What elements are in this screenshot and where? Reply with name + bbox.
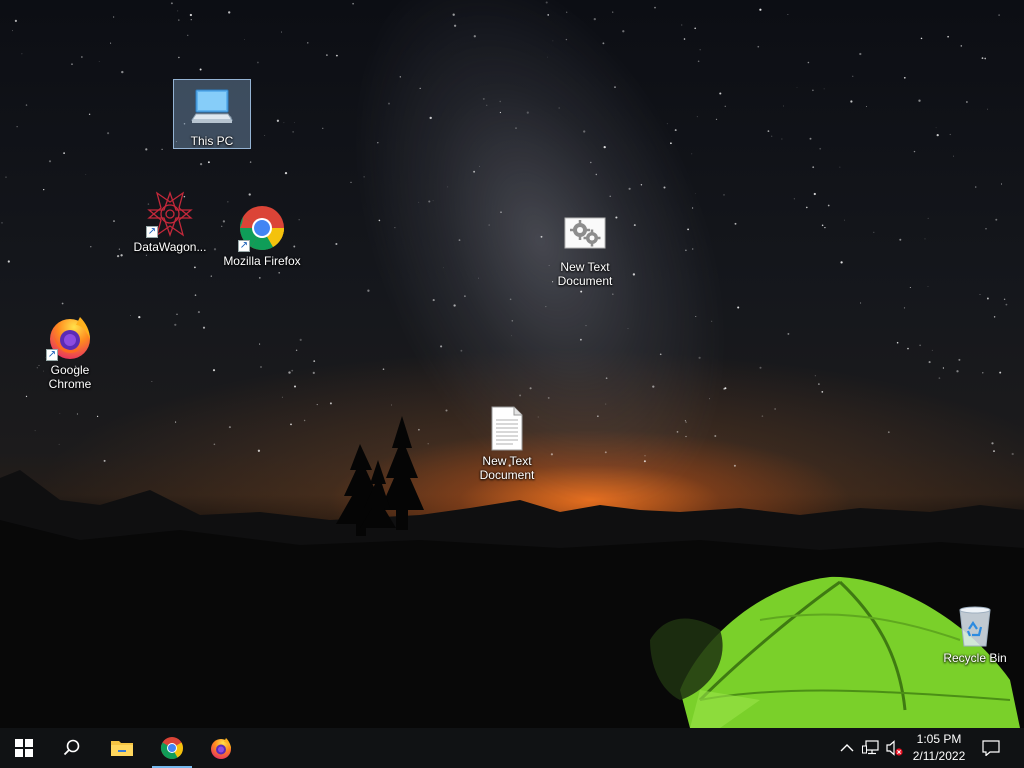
- shortcut-arrow-icon: ↗: [146, 226, 158, 238]
- google-chrome-shortcut[interactable]: ↗ Google Chrome: [31, 309, 109, 391]
- new-text-document-settings-label: New Text Document: [557, 260, 613, 288]
- taskbar-firefox-button[interactable]: [197, 728, 245, 768]
- shortcut-arrow-icon: ↗: [238, 240, 250, 252]
- search-button[interactable]: [48, 728, 96, 768]
- recycle-bin[interactable]: Recycle Bin: [936, 597, 1014, 665]
- system-clock[interactable]: 1:05 PM 2/11/2022: [904, 731, 974, 765]
- clock-date: 2/11/2022: [912, 749, 966, 763]
- new-text-document-settings[interactable]: New Text Document: [546, 206, 624, 288]
- shortcut-arrow-icon: ↗: [46, 349, 58, 361]
- gears-icon: [561, 210, 609, 258]
- clock-time: 1:05 PM: [916, 732, 962, 746]
- this-pc-label: This PC: [190, 134, 234, 148]
- computer-icon: [188, 84, 236, 132]
- desktop[interactable]: This PC ↗ DataWagon... ↗ Mozilla Firefox…: [0, 0, 1024, 728]
- start-button[interactable]: [0, 728, 48, 768]
- chrome-icon: ↗: [238, 204, 286, 252]
- notification-center-icon[interactable]: [981, 738, 1001, 758]
- wallpaper-scenery: [0, 1, 1024, 728]
- datawagon-shortcut[interactable]: ↗ DataWagon...: [131, 186, 209, 254]
- recycle-bin-label: Recycle Bin: [943, 651, 1007, 665]
- windows-logo-icon: [15, 739, 33, 757]
- mozilla-firefox-shortcut[interactable]: ↗ Mozilla Firefox: [223, 200, 301, 268]
- network-icon[interactable]: [861, 738, 881, 758]
- taskbar: 1:05 PM 2/11/2022: [0, 728, 1024, 768]
- this-pc-icon[interactable]: This PC: [173, 79, 251, 149]
- show-hidden-icons-chevron-up-icon[interactable]: [837, 738, 857, 758]
- file-explorer-button[interactable]: [98, 728, 146, 768]
- folder-icon: [111, 741, 133, 756]
- search-icon: [63, 739, 80, 756]
- firefox-icon: ↗: [46, 313, 94, 361]
- new-text-document[interactable]: New Text Document: [468, 400, 546, 482]
- text-document-icon: [483, 404, 531, 452]
- recycle-bin-icon: [951, 601, 999, 649]
- firefox-icon: [211, 738, 231, 759]
- datawagon-star-icon: ↗: [146, 190, 194, 238]
- chrome-icon: [161, 737, 183, 759]
- datawagon-label: DataWagon...: [133, 240, 207, 254]
- google-chrome-label: Google Chrome: [48, 363, 92, 391]
- taskbar-chrome-button[interactable]: [148, 728, 196, 768]
- volume-muted-icon[interactable]: [884, 738, 904, 758]
- mozilla-firefox-label: Mozilla Firefox: [223, 254, 301, 268]
- new-text-document-label: New Text Document: [479, 454, 535, 482]
